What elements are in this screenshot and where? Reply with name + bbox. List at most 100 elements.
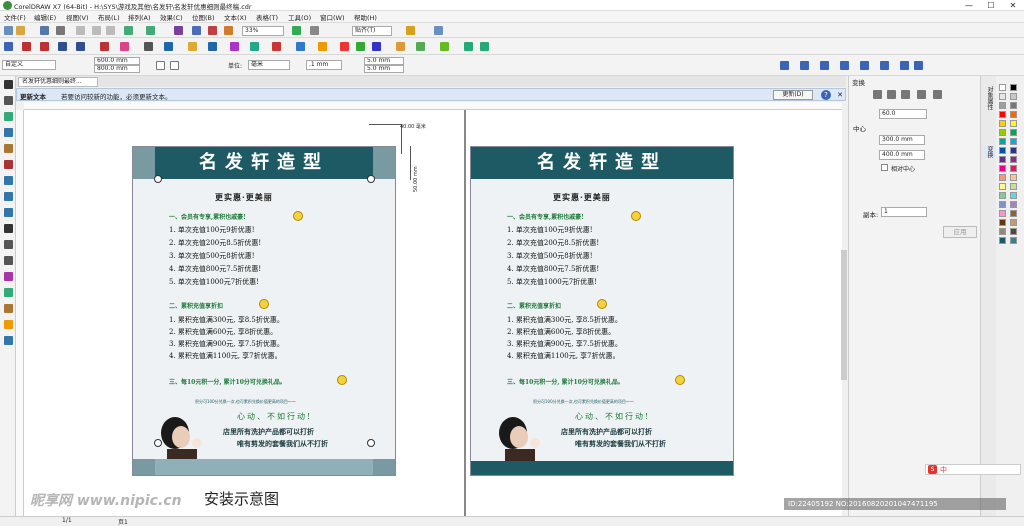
tool-icon[interactable] — [372, 42, 381, 51]
tab-object-properties[interactable]: 对象属性 — [983, 86, 995, 110]
page-width-field[interactable]: 600.0 mm — [94, 57, 140, 65]
color-swatch[interactable] — [1010, 219, 1017, 226]
maximize-button[interactable]: ☐ — [980, 0, 1002, 11]
tool-icon[interactable] — [318, 42, 327, 51]
tool-icon[interactable] — [22, 42, 31, 51]
tool-icon[interactable] — [272, 42, 281, 51]
menu-view[interactable]: 视图(V) — [66, 12, 89, 22]
selection-handle[interactable] — [154, 175, 162, 183]
save-icon[interactable] — [40, 26, 49, 35]
zoom-tool-icon[interactable] — [4, 128, 13, 137]
align-icon[interactable] — [820, 61, 829, 70]
new-icon[interactable] — [4, 26, 13, 35]
tool-icon[interactable] — [144, 42, 153, 51]
menu-text[interactable]: 文本(X) — [224, 12, 247, 22]
color-swatch[interactable] — [999, 93, 1006, 100]
tool-icon[interactable] — [120, 42, 129, 51]
text-tool-icon[interactable] — [4, 224, 13, 233]
nudge-distance-field[interactable]: .1 mm — [306, 60, 342, 70]
rotate-icon[interactable] — [887, 90, 896, 99]
position-icon[interactable] — [873, 90, 882, 99]
color-swatch[interactable] — [1010, 84, 1017, 91]
update-button[interactable]: 更新(D) — [773, 90, 813, 100]
portrait-icon[interactable] — [156, 61, 165, 70]
copies-field[interactable]: 1 — [881, 207, 927, 217]
print-icon[interactable] — [56, 26, 65, 35]
page-tab[interactable]: 页1 — [118, 517, 128, 526]
menu-layout[interactable]: 布局(L) — [98, 12, 120, 22]
dismiss-icon[interactable]: ✕ — [835, 90, 845, 100]
cut-icon[interactable] — [76, 26, 85, 35]
selection-handle[interactable] — [367, 439, 375, 447]
apply-button[interactable]: 应用 — [943, 226, 977, 238]
size-icon[interactable] — [917, 90, 926, 99]
color-swatch[interactable] — [999, 102, 1006, 109]
x-field[interactable]: 300.0 mm — [879, 135, 925, 145]
color-swatch[interactable] — [1010, 183, 1017, 190]
tool-icon[interactable] — [208, 42, 217, 51]
color-swatch[interactable] — [1010, 165, 1017, 172]
color-swatch[interactable] — [1010, 174, 1017, 181]
horizontal-ruler[interactable] — [24, 102, 842, 110]
tool-icon[interactable] — [340, 42, 349, 51]
color-swatch[interactable] — [1010, 111, 1017, 118]
freehand-tool-icon[interactable] — [4, 144, 13, 153]
align-icon[interactable] — [880, 61, 889, 70]
rectangle-tool-icon[interactable] — [4, 176, 13, 185]
color-swatch[interactable] — [999, 156, 1006, 163]
duplicate-y-field[interactable]: 5.0 mm — [364, 65, 404, 73]
align-icon[interactable] — [900, 61, 909, 70]
options-icon[interactable] — [406, 26, 415, 35]
align-icon[interactable] — [780, 61, 789, 70]
color-swatch[interactable] — [1010, 129, 1017, 136]
menu-effects[interactable]: 效果(C) — [160, 12, 183, 22]
color-swatch[interactable] — [1010, 228, 1017, 235]
color-swatch[interactable] — [1010, 138, 1017, 145]
transparency-icon[interactable] — [4, 288, 13, 297]
crop-tool-icon[interactable] — [4, 112, 13, 121]
grid-icon[interactable] — [4, 42, 13, 51]
smart-fill-icon[interactable] — [4, 336, 13, 345]
tool-icon[interactable] — [396, 42, 405, 51]
align-icon[interactable] — [914, 61, 923, 70]
ime-toolbar[interactable]: S 中 — [925, 464, 1021, 475]
menu-edit[interactable]: 编辑(E) — [34, 12, 56, 22]
promo-card-right[interactable]: 名发轩造型 更实惠·更美丽 一、会员有专享,累积也戚豪! 1. 单次充值100元… — [470, 146, 734, 476]
paste-icon[interactable] — [106, 26, 115, 35]
help-icon[interactable]: ? — [821, 90, 831, 100]
menu-bitmap[interactable]: 位图(B) — [192, 12, 215, 22]
menu-window[interactable]: 窗口(W) — [320, 12, 345, 22]
color-swatch[interactable] — [1010, 201, 1017, 208]
align-icon[interactable] — [840, 61, 849, 70]
color-swatch[interactable] — [999, 192, 1006, 199]
ellipse-tool-icon[interactable] — [4, 192, 13, 201]
scale-icon[interactable] — [901, 90, 910, 99]
close-button[interactable]: ✕ — [1002, 0, 1024, 11]
color-swatch[interactable] — [1010, 237, 1017, 244]
refresh-icon[interactable] — [464, 42, 473, 51]
tool-icon[interactable] — [440, 42, 449, 51]
align-icon[interactable] — [800, 61, 809, 70]
export-icon[interactable] — [208, 26, 217, 35]
document-tab[interactable]: 名发轩优惠细则最终... — [18, 77, 98, 87]
color-swatch[interactable] — [999, 201, 1006, 208]
tool-icon[interactable] — [296, 42, 305, 51]
selection-handle[interactable] — [367, 175, 375, 183]
menu-table[interactable]: 表格(T) — [256, 12, 278, 22]
selection-handle[interactable] — [154, 439, 162, 447]
zoom-level-field[interactable]: 33% — [242, 26, 284, 36]
color-swatch[interactable] — [999, 84, 1006, 91]
color-swatch[interactable] — [999, 183, 1006, 190]
tool-icon[interactable] — [100, 42, 109, 51]
color-swatch[interactable] — [999, 165, 1006, 172]
color-swatch[interactable] — [1010, 210, 1017, 217]
promo-card-left[interactable]: 名发轩造型 更实惠·更美丽 一、会员有专享,累积也戚豪! 1. 单次充值100元… — [132, 146, 396, 476]
color-swatch[interactable] — [999, 174, 1006, 181]
tool-icon[interactable] — [230, 42, 239, 51]
drawing-canvas[interactable]: 40.00 毫米 50.00 mm 名发轩造型 更实惠·更美丽 一、会员有专享,… — [24, 110, 842, 516]
connector-icon[interactable] — [4, 256, 13, 265]
color-swatch[interactable] — [999, 147, 1006, 154]
tool-icon[interactable] — [40, 42, 49, 51]
color-swatch[interactable] — [1010, 120, 1017, 127]
color-swatch[interactable] — [1010, 93, 1017, 100]
